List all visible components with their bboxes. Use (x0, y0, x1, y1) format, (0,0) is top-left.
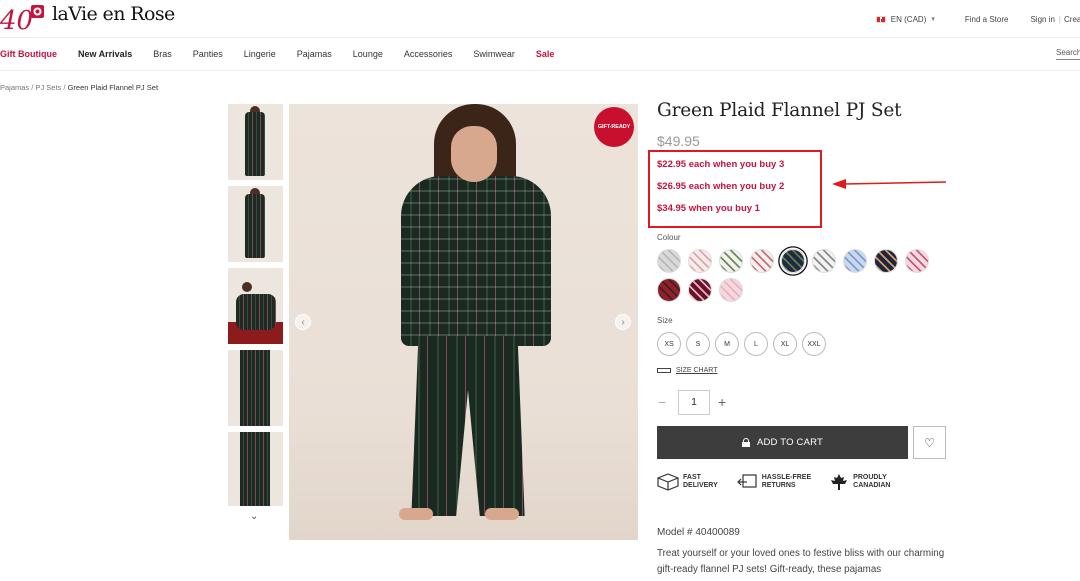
size-chart-label: SIZE CHART (676, 367, 718, 374)
model-number: Model # 40400089 (657, 527, 740, 538)
logo-text[interactable]: laVie en Rose (52, 3, 175, 25)
colour-swatch[interactable] (812, 249, 836, 273)
feature-line-2: RETURNS (761, 482, 796, 489)
nav-item-gift-boutique[interactable]: Gift Boutique (0, 49, 57, 59)
ruler-icon (657, 368, 671, 373)
return-icon (736, 474, 757, 488)
top-right-links: EN (CAD) ▾ Find a Store Sign in | Crea (875, 12, 1080, 26)
size-option-s[interactable]: S (686, 332, 710, 356)
top-bar: 40 laVie en Rose EN (CAD) ▾ Find a Store… (0, 0, 1080, 38)
find-store-link[interactable]: Find a Store (965, 15, 1009, 24)
promo-buy-1: $34.95 when you buy 1 (657, 203, 760, 214)
create-account-link[interactable]: Crea (1064, 15, 1080, 24)
product-description: Treat yourself or your loved ones to fes… (657, 548, 945, 575)
nav-item-lingerie[interactable]: Lingerie (244, 49, 276, 59)
colour-swatch[interactable] (688, 278, 712, 302)
image-prev-button[interactable]: ‹ (295, 314, 311, 330)
feature-list: FAST DELIVERY HASSLE-FREE RETURNS PROUDLY C… (657, 473, 909, 491)
nav-item-accessories[interactable]: Accessories (404, 49, 453, 59)
colour-swatch[interactable] (781, 249, 805, 273)
maple-leaf-icon (831, 474, 848, 490)
feature-line-1: FAST (683, 474, 701, 481)
product-thumbnail[interactable] (228, 104, 283, 180)
colour-swatch[interactable] (719, 249, 743, 273)
size-option-xl[interactable]: XL (773, 332, 797, 356)
breadcrumb-current: Green Plaid Flannel PJ Set (67, 83, 159, 92)
image-next-button[interactable]: › (615, 314, 631, 330)
size-option-m[interactable]: M (715, 332, 739, 356)
colour-swatch[interactable] (688, 249, 712, 273)
nav-item-lounge[interactable]: Lounge (353, 49, 383, 59)
add-to-cart-label: ADD TO CART (756, 437, 824, 448)
link-divider: | (1058, 14, 1061, 24)
qty-increment-button[interactable]: + (718, 394, 726, 410)
product-title: Green Plaid Flannel PJ Set (657, 100, 902, 121)
promo-buy-3: $22.95 each when you buy 3 (657, 159, 785, 170)
size-chart-link[interactable]: SIZE CHART (657, 367, 718, 374)
colour-swatch[interactable] (905, 249, 929, 273)
feature-line-1: HASSLE-FREE (761, 474, 812, 481)
colour-swatch[interactable] (843, 249, 867, 273)
size-options: XS S M L XL XXL (657, 332, 826, 356)
product-thumbnail[interactable] (228, 268, 283, 344)
product-thumbnail[interactable] (228, 350, 283, 426)
colour-swatch[interactable] (719, 278, 743, 302)
main-nav: Gift Boutique New Arrivals Bras Panties Ling… (0, 39, 1080, 71)
wishlist-button[interactable]: ♡ (913, 426, 946, 459)
box-icon (657, 473, 679, 491)
product-thumbnail[interactable] (228, 432, 283, 506)
chevron-down-icon[interactable]: ⌄ (250, 511, 258, 522)
size-option-xxl[interactable]: XXL (802, 332, 826, 356)
svg-text:40: 40 (0, 6, 33, 34)
gift-ready-badge: GIFT-READY (594, 107, 634, 147)
size-option-l[interactable]: L (744, 332, 768, 356)
colour-swatch[interactable] (874, 249, 898, 273)
quantity-input[interactable]: 1 (678, 390, 710, 415)
sign-in-link[interactable]: Sign in (1030, 15, 1054, 24)
main-product-image[interactable] (289, 104, 638, 540)
add-to-cart-button[interactable]: ADD TO CART (657, 426, 908, 459)
colour-swatch[interactable] (750, 249, 774, 273)
nav-item-panties[interactable]: Panties (193, 49, 223, 59)
chevron-down-icon: ▾ (931, 16, 935, 23)
feature-line-2: CANADIAN (853, 482, 891, 489)
feature-line-2: DELIVERY (683, 482, 718, 489)
breadcrumb-pajamas[interactable]: Pajamas (0, 83, 29, 92)
colour-swatch[interactable] (657, 278, 681, 302)
search-input[interactable]: Search (1056, 48, 1080, 60)
nav-items: Gift Boutique New Arrivals Bras Panties Ling… (0, 49, 575, 59)
heart-icon: ♡ (924, 435, 935, 450)
language-selector[interactable]: EN (CAD) ▾ (875, 14, 935, 24)
promo-buy-2: $26.95 each when you buy 2 (657, 181, 785, 192)
qty-decrement-button[interactable]: − (658, 394, 666, 410)
nav-item-swimwear[interactable]: Swimwear (473, 49, 515, 59)
nav-item-sale[interactable]: Sale (536, 49, 555, 59)
feature-hassle-free-returns: HASSLE-FREE RETURNS (736, 473, 811, 491)
nav-item-pajamas[interactable]: Pajamas (297, 49, 332, 59)
canada-flag-icon (875, 15, 886, 23)
feature-proudly-canadian: PROUDLY CANADIAN (829, 473, 891, 491)
feature-fast-delivery: FAST DELIVERY (657, 473, 718, 491)
breadcrumb: Pajamas / PJ Sets / Green Plaid Flannel … (0, 83, 158, 92)
size-option-xs[interactable]: XS (657, 332, 681, 356)
nav-item-new-arrivals[interactable]: New Arrivals (78, 49, 132, 59)
language-label: EN (CAD) (890, 14, 927, 24)
annotation-arrow-icon (832, 179, 947, 189)
colour-swatch[interactable] (657, 249, 681, 273)
product-thumbnail[interactable] (228, 186, 283, 262)
feature-line-1: PROUDLY (853, 474, 887, 481)
size-label: Size (657, 316, 673, 325)
nav-item-bras[interactable]: Bras (153, 49, 172, 59)
product-price: $49.95 (657, 133, 700, 149)
lock-icon (741, 438, 750, 447)
colour-label: Colour (657, 233, 681, 242)
breadcrumb-pj-sets[interactable]: PJ Sets (35, 83, 61, 92)
logo-40-icon[interactable]: 40 (0, 2, 48, 34)
thumbnail-list (228, 104, 284, 512)
